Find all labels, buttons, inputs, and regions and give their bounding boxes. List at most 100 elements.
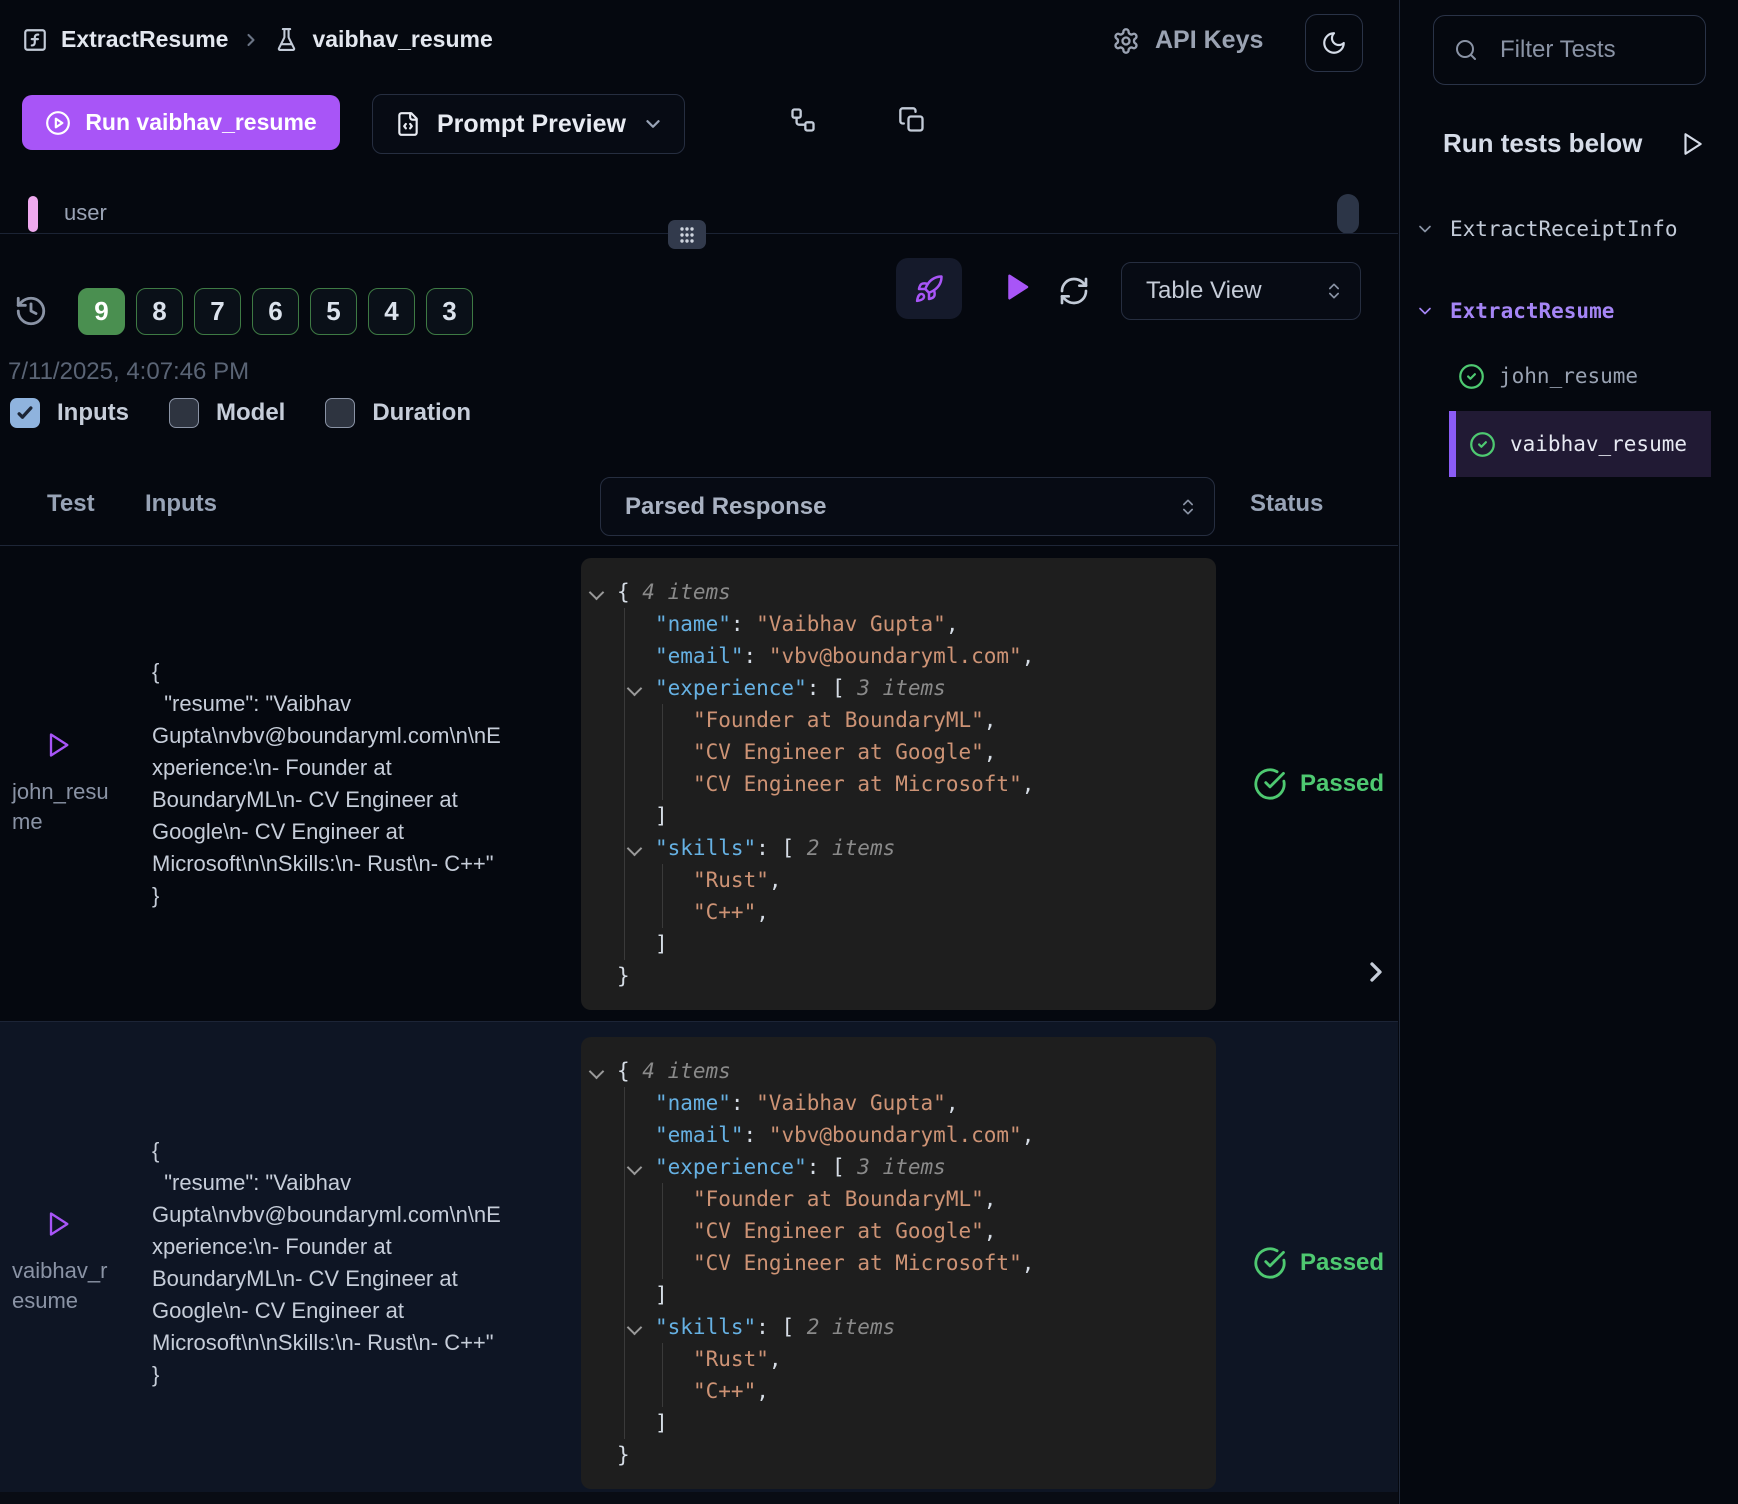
check-circle-icon bbox=[1253, 767, 1287, 801]
filter-tests-box[interactable] bbox=[1433, 15, 1706, 85]
scrollbar-thumb[interactable] bbox=[1337, 194, 1359, 234]
checkbox-inputs[interactable] bbox=[10, 398, 40, 428]
flask-icon bbox=[274, 27, 299, 52]
run-chip-5[interactable]: 5 bbox=[310, 288, 357, 335]
check-circle-icon bbox=[1253, 1246, 1287, 1280]
check-circle-icon bbox=[1469, 431, 1496, 458]
json-viewer[interactable]: { 4 items"name": "Vaibhav Gupta","email"… bbox=[581, 558, 1216, 1010]
run-chip-3[interactable]: 3 bbox=[426, 288, 473, 335]
view-mode-value: Table View bbox=[1146, 277, 1262, 305]
json-line: "CV Engineer at Microsoft", bbox=[581, 768, 1216, 800]
parsed-response-cell: { 4 items"name": "Vaibhav Gupta","email"… bbox=[581, 1022, 1216, 1504]
filter-tests-input[interactable] bbox=[1498, 35, 1672, 65]
tree-test-label: john_resume bbox=[1499, 364, 1638, 388]
workflow-icon[interactable] bbox=[789, 106, 817, 134]
tree-test-john_resume[interactable]: john_resume bbox=[1400, 355, 1738, 397]
test-name: john_resume bbox=[12, 777, 114, 837]
check-circle-icon bbox=[1458, 363, 1485, 390]
run-chip-6[interactable]: 6 bbox=[252, 288, 299, 335]
user-role-label: user bbox=[64, 200, 107, 226]
chevron-down-icon[interactable] bbox=[1415, 301, 1435, 321]
copy-icon[interactable] bbox=[898, 106, 926, 134]
input-json-text: { "resume": "Vaibhav Gupta\nvbv@boundary… bbox=[152, 1135, 508, 1391]
status-badge: Passed bbox=[1300, 770, 1384, 798]
run-row-play-button[interactable] bbox=[44, 731, 145, 759]
breadcrumb-function[interactable]: ExtractResume bbox=[61, 26, 228, 53]
tree-test-vaibhav_resume[interactable]: vaibhav_resume bbox=[1449, 411, 1711, 477]
filter-model: Model bbox=[169, 398, 285, 428]
expand-panel-chevron[interactable] bbox=[1360, 956, 1392, 988]
breadcrumb: ExtractResume vaibhav_resume bbox=[22, 26, 493, 53]
inputs-cell: { "resume": "Vaibhav Gupta\nvbv@boundary… bbox=[152, 1022, 508, 1504]
run-row-play-button[interactable] bbox=[44, 1210, 145, 1238]
json-line: ] bbox=[581, 928, 1216, 960]
tree-group-ExtractReceiptInfo[interactable]: ExtractReceiptInfo bbox=[1400, 205, 1738, 253]
run-tests-below[interactable]: Run tests below bbox=[1443, 128, 1705, 159]
run-chip-8[interactable]: 8 bbox=[136, 288, 183, 335]
breadcrumb-test[interactable]: vaibhav_resume bbox=[312, 26, 492, 53]
run-history-chips: 9876543 bbox=[78, 288, 473, 335]
json-line: "Rust", bbox=[581, 864, 1216, 896]
test-cell: vaibhav_resume bbox=[0, 1022, 145, 1504]
json-line: "C++", bbox=[581, 1375, 1216, 1407]
chevron-right-icon bbox=[241, 30, 261, 50]
play-all-button[interactable] bbox=[1002, 271, 1032, 303]
prompt-preview-label: Prompt Preview bbox=[437, 110, 626, 139]
prompt-preview-dropdown[interactable]: Prompt Preview bbox=[372, 94, 685, 154]
checkbox-model[interactable] bbox=[169, 398, 199, 428]
status-cell: Passed bbox=[1253, 546, 1384, 1021]
run-chip-9[interactable]: 9 bbox=[78, 288, 125, 335]
app-window: ExtractResume vaibhav_resume API Keys Ru… bbox=[0, 0, 1738, 1504]
json-line: "Rust", bbox=[581, 1343, 1216, 1375]
json-viewer[interactable]: { 4 items"name": "Vaibhav Gupta","email"… bbox=[581, 1037, 1216, 1489]
checkbox-duration[interactable] bbox=[325, 398, 355, 428]
function-icon bbox=[22, 27, 48, 53]
collapse-chevron-icon[interactable] bbox=[627, 1160, 643, 1176]
json-line: "skills": [ 2 items bbox=[581, 832, 1216, 864]
collapse-chevron-icon[interactable] bbox=[589, 584, 605, 600]
view-mode-select[interactable]: Table View bbox=[1121, 262, 1361, 320]
column-header-status: Status bbox=[1250, 490, 1323, 518]
test-name: vaibhav_resume bbox=[12, 1256, 114, 1316]
run-chip-7[interactable]: 7 bbox=[194, 288, 241, 335]
chevrons-up-down-icon bbox=[1178, 497, 1198, 517]
json-line: ] bbox=[581, 1279, 1216, 1311]
run-test-label: Run vaibhav_resume bbox=[85, 109, 316, 136]
history-icon[interactable] bbox=[14, 294, 48, 328]
collapse-chevron-icon[interactable] bbox=[627, 840, 643, 856]
bottom-scroll-track bbox=[0, 1492, 1398, 1504]
inputs-cell: { "resume": "Vaibhav Gupta\nvbv@boundary… bbox=[152, 546, 508, 1021]
theme-toggle-button[interactable] bbox=[1305, 14, 1363, 72]
input-json-text: { "resume": "Vaibhav Gupta\nvbv@boundary… bbox=[152, 656, 508, 912]
gear-icon bbox=[1112, 27, 1140, 55]
json-line: "Founder at BoundaryML", bbox=[581, 704, 1216, 736]
tree-test-label: vaibhav_resume bbox=[1510, 432, 1687, 456]
json-line: "name": "Vaibhav Gupta", bbox=[581, 1087, 1216, 1119]
json-line: { 4 items bbox=[581, 1055, 1216, 1087]
tests-sidebar: Run tests below ExtractReceiptInfo Extrac… bbox=[1399, 0, 1738, 1504]
filter-label: Inputs bbox=[57, 399, 129, 427]
deploy-button[interactable] bbox=[896, 258, 962, 319]
collapse-chevron-icon[interactable] bbox=[589, 1064, 605, 1080]
json-line: } bbox=[581, 960, 1216, 992]
parsed-response-value: Parsed Response bbox=[625, 493, 826, 521]
parsed-response-select[interactable]: Parsed Response bbox=[600, 477, 1215, 536]
collapse-chevron-icon[interactable] bbox=[627, 1320, 643, 1336]
json-line: "experience": [ 3 items bbox=[581, 1151, 1216, 1183]
drag-handle[interactable] bbox=[668, 220, 706, 249]
run-test-button[interactable]: Run vaibhav_resume bbox=[22, 95, 340, 150]
chevron-down-icon[interactable] bbox=[1415, 219, 1435, 239]
run-timestamp: 7/11/2025, 4:07:46 PM bbox=[8, 358, 249, 386]
status-cell: Passed bbox=[1253, 1022, 1384, 1504]
collapse-chevron-icon[interactable] bbox=[627, 680, 643, 696]
run-chip-4[interactable]: 4 bbox=[368, 288, 415, 335]
user-role-pill bbox=[28, 196, 38, 232]
json-line: } bbox=[581, 1439, 1216, 1471]
tree-group-ExtractResume[interactable]: ExtractResume bbox=[1400, 287, 1738, 335]
api-keys-button[interactable]: API Keys bbox=[1112, 26, 1263, 55]
refresh-icon[interactable] bbox=[1058, 275, 1090, 307]
json-line: ] bbox=[581, 800, 1216, 832]
status-badge: Passed bbox=[1300, 1249, 1384, 1277]
json-line: { 4 items bbox=[581, 576, 1216, 608]
rocket-icon bbox=[914, 274, 944, 304]
